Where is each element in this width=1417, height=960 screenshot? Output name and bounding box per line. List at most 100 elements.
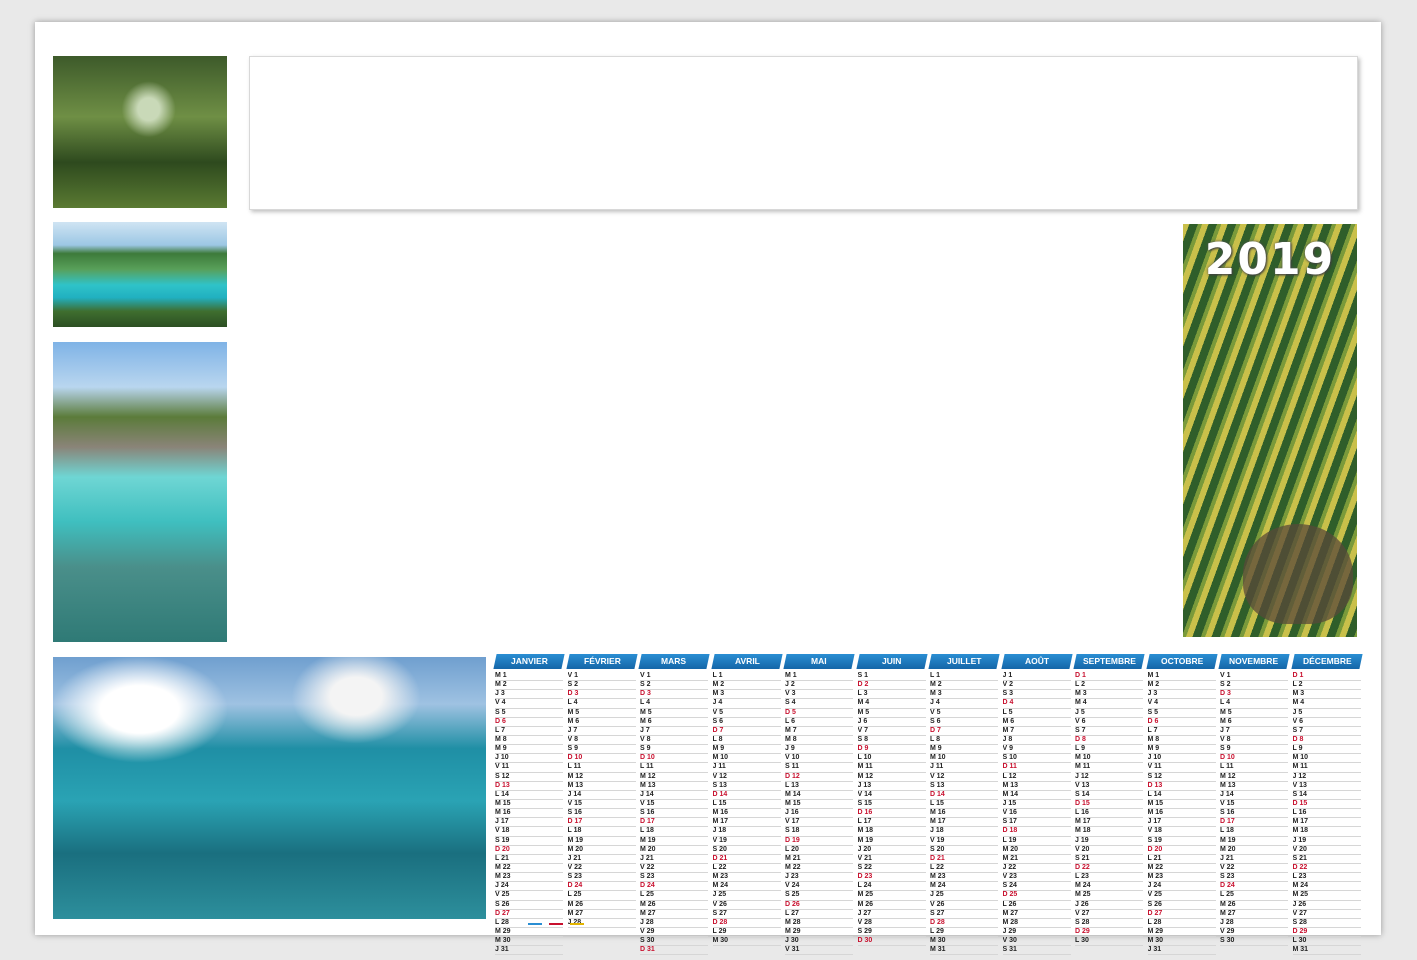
saint-name [1021, 754, 1071, 762]
month-header: JUILLET [928, 654, 1000, 669]
day-row: D 30 [857, 937, 926, 947]
day-number: S 23 [640, 873, 655, 881]
saint-name [731, 754, 781, 762]
day-number: M 8 [1147, 735, 1160, 743]
day-row: D 17 [1220, 818, 1288, 828]
day-number: M 25 [1075, 891, 1091, 899]
day-row: L 11 [640, 763, 708, 773]
saint-name [1238, 873, 1288, 881]
saint-name [513, 901, 563, 909]
saint-name [948, 946, 998, 954]
saint-name [513, 818, 563, 826]
day-number: L 22 [712, 863, 727, 871]
month-name: AOÛT [1024, 656, 1049, 666]
day-row: L 8 [712, 736, 781, 746]
day-number: M 18 [1292, 827, 1309, 835]
day-row: S 5 [495, 709, 563, 718]
saint-name [1238, 827, 1288, 835]
day-number: D 17 [567, 818, 583, 826]
day-number: L 2 [1292, 681, 1303, 689]
day-row: D 21 [712, 855, 781, 864]
day-number: L 3 [857, 690, 868, 698]
day-number: J 24 [1147, 882, 1162, 890]
day-number: J 26 [1292, 900, 1307, 908]
saint-name [586, 763, 636, 771]
day-number: M 5 [567, 708, 580, 716]
day-row: M 1 [785, 672, 853, 682]
day-row: S 17 [1002, 818, 1071, 828]
day-row: D 20 [1147, 846, 1216, 855]
saint-name [586, 809, 636, 817]
saint-name [731, 827, 781, 835]
saint-name [1166, 910, 1216, 918]
day-number: J 11 [930, 763, 944, 771]
day-row: V 15 [567, 800, 636, 810]
saint-name [1166, 864, 1216, 872]
saint-name [803, 827, 853, 835]
saint-name [1166, 882, 1216, 890]
day-row: M 19 [857, 837, 926, 846]
day-number: D 9 [857, 745, 869, 753]
saint-name [1238, 745, 1288, 753]
saint-name [658, 910, 708, 918]
day-number: S 5 [1147, 708, 1159, 716]
day-row: V 27 [1075, 910, 1143, 919]
saint-name [731, 736, 781, 744]
day-row: M 9 [495, 745, 563, 755]
day-row: M 17 [712, 818, 781, 828]
day-number: J 9 [785, 745, 795, 753]
day-number: V 1 [640, 672, 651, 679]
day-row: D 15 [1292, 800, 1361, 810]
day-number: S 7 [1292, 726, 1304, 734]
day-number: V 18 [495, 827, 510, 835]
saint-name [1311, 718, 1361, 726]
day-row: D 18 [1002, 827, 1071, 837]
saint-name [876, 690, 926, 698]
day-number: L 21 [495, 854, 509, 862]
saint-name [1093, 800, 1143, 808]
saint-name [803, 937, 853, 945]
saint-name [948, 864, 998, 872]
day-row: S 12 [1147, 773, 1216, 782]
saint-name [876, 727, 926, 735]
day-number: M 20 [567, 845, 584, 853]
saint-name [948, 699, 998, 707]
day-number: J 26 [1075, 900, 1089, 908]
day-number: S 31 [1002, 946, 1017, 954]
saint-name [658, 837, 708, 845]
saint-name [513, 846, 563, 854]
day-number: M 23 [930, 873, 946, 881]
day-number: L 14 [495, 790, 509, 798]
day-row: M 26 [857, 901, 926, 910]
custom-text-area[interactable] [249, 56, 1358, 210]
saint-name [513, 736, 563, 744]
day-row: S 2 [567, 681, 636, 691]
day-row: S 27 [930, 910, 998, 919]
saint-name [948, 891, 998, 899]
saint-name [876, 709, 926, 717]
day-number: L 11 [640, 763, 654, 771]
day-row: S 9 [1220, 745, 1288, 755]
day-number: V 25 [495, 891, 510, 899]
day-number: S 26 [1147, 900, 1162, 908]
day-number: M 10 [930, 754, 946, 762]
saint-name [803, 837, 853, 845]
day-number: L 14 [1147, 790, 1162, 798]
day-number: L 4 [640, 699, 650, 707]
saint-name [658, 946, 708, 954]
saint-name [1021, 901, 1071, 909]
day-row: D 10 [567, 754, 636, 764]
month-name: MARS [661, 656, 687, 666]
day-number: D 10 [567, 754, 583, 762]
day-number: V 27 [1075, 909, 1090, 917]
day-row: V 11 [495, 763, 563, 773]
day-number: D 11 [1002, 763, 1017, 771]
saint-name [948, 763, 998, 771]
saint-name [948, 791, 998, 799]
day-row: M 9 [930, 745, 998, 755]
day-number: J 25 [712, 891, 727, 899]
day-row: D 3 [640, 690, 708, 700]
saint-name [1166, 718, 1216, 726]
saint-name [731, 745, 781, 753]
day-number: M 25 [1292, 891, 1309, 899]
